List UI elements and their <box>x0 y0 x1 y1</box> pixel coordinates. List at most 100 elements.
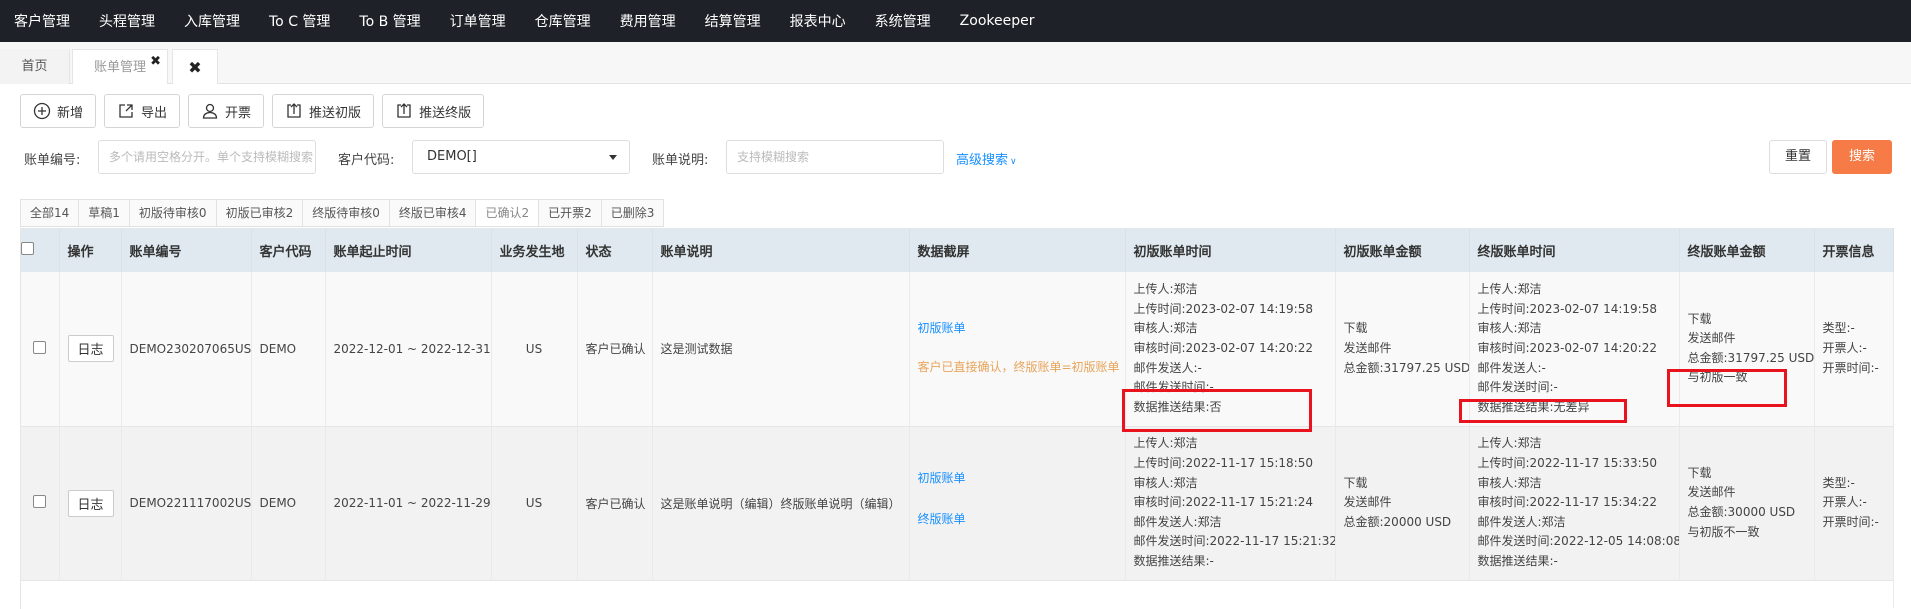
header-select-all[interactable] <box>21 228 60 272</box>
invoice-time: 开票时间:- <box>1822 514 1879 529</box>
uploader: 上传人:郑洁 <box>1133 282 1198 297</box>
upload-time: 上传时间:2022-11-17 15:18:50 <box>1133 456 1314 471</box>
reset-button[interactable]: 重置 <box>1769 140 1827 174</box>
select-all-checkbox[interactable] <box>21 241 34 255</box>
nav-item-zookeeper[interactable]: Zookeeper <box>960 13 1035 29</box>
bill-no-input[interactable]: 多个请用空格分开。单个支持模糊搜索 <box>98 140 316 174</box>
status-tab-confirmed[interactable]: 已确认2 <box>475 199 539 227</box>
nav-item-tob[interactable]: To B 管理 <box>359 11 420 31</box>
total-amount: 总金额:20000 USD <box>1343 514 1452 529</box>
screenshot-cell: 初版账单 客户已直接确认，终版账单=初版账单 <box>909 272 1126 427</box>
column-header: 初版账单金额 <box>1335 228 1470 272</box>
customer-code-select[interactable]: DEMO[] <box>412 140 630 174</box>
compare-result: 与初版不一致 <box>1687 524 1760 539</box>
tab-home[interactable]: 首页 <box>0 49 70 84</box>
uploader: 上传人:郑洁 <box>1133 436 1198 451</box>
status-tab-draft[interactable]: 草稿1 <box>78 199 129 227</box>
push-final-version-button[interactable]: 推送终版 <box>382 94 485 128</box>
export-icon <box>117 102 135 120</box>
table-header-row: 操作 账单编号 客户代码 账单起止时间 业务发生地 状态 账单说明 数据截屏 初… <box>21 228 1894 272</box>
close-icon[interactable]: ✖ <box>150 44 161 79</box>
status-cell: 客户已确认 <box>577 426 653 581</box>
mail-sender: 邮件发送人:- <box>1477 360 1546 375</box>
column-header: 账单编号 <box>121 228 252 272</box>
status-tab-first-approved[interactable]: 初版已审核2 <box>215 199 303 227</box>
download-link[interactable]: 下载 <box>1688 310 1814 330</box>
period-cell: 2022-11-01 ~ 2022-11-29 <box>325 426 492 581</box>
push-first-version-button[interactable]: 推送初版 <box>272 94 375 128</box>
mail-sender: 邮件发送人:郑洁 <box>1477 514 1566 529</box>
status-tab-all[interactable]: 全部14 <box>20 199 79 227</box>
first-bill-link[interactable]: 初版账单 <box>918 319 1125 336</box>
status-tab-invoiced[interactable]: 已开票2 <box>538 199 601 227</box>
invoice-by: 开票人:- <box>1822 340 1867 355</box>
nav-item-warehouse[interactable]: 仓库管理 <box>535 11 591 31</box>
bill-desc-input[interactable]: 支持模糊搜索 <box>726 140 944 174</box>
status-tab-final-approved[interactable]: 终版已审核4 <box>388 199 476 227</box>
invoice-button[interactable]: 开票 <box>188 94 265 128</box>
nav-item-settlement[interactable]: 结算管理 <box>705 11 761 31</box>
nav-item-system[interactable]: 系统管理 <box>875 11 931 31</box>
user-icon <box>201 102 219 120</box>
status-tab-deleted[interactable]: 已删除3 <box>600 199 665 227</box>
action-cell: 日志 <box>59 272 122 427</box>
bill-no-cell: DEMO230207065US <box>121 272 252 427</box>
nav-item-inbound[interactable]: 入库管理 <box>184 11 240 31</box>
status-tab-final-pending[interactable]: 终版待审核0 <box>302 199 389 227</box>
invoice-type: 类型:- <box>1822 321 1855 336</box>
download-link[interactable]: 下载 <box>1344 319 1469 339</box>
row-select-cell <box>21 272 60 427</box>
reviewer: 审核人:郑洁 <box>1133 321 1198 336</box>
advanced-search-link[interactable]: 高级搜索 ∨ <box>956 149 1017 168</box>
location-cell: US <box>491 426 578 581</box>
search-button[interactable]: 搜索 <box>1832 140 1892 174</box>
mail-time: 邮件发送时间:- <box>1477 380 1558 395</box>
send-mail-link[interactable]: 发送邮件 <box>1688 329 1814 349</box>
advanced-search-label: 高级搜索 <box>956 153 1009 168</box>
send-mail-link[interactable]: 发送邮件 <box>1688 483 1814 503</box>
nav-item-toc[interactable]: To C 管理 <box>269 11 330 31</box>
download-link[interactable]: 下载 <box>1344 474 1469 494</box>
close-all-tabs-button[interactable]: ✖ <box>172 49 218 84</box>
annotation-box <box>1122 389 1312 432</box>
push-first-version-label: 推送初版 <box>309 105 362 121</box>
final-amount-cell: 下载 发送邮件 总金额:30000 USD 与初版不一致 <box>1679 426 1815 581</box>
row-checkbox[interactable] <box>33 340 47 354</box>
filter-bar: 账单编号: 多个请用空格分开。单个支持模糊搜索 客户代码: DEMO[] 账单说… <box>0 140 1911 176</box>
add-button[interactable]: 新增 <box>20 94 97 128</box>
column-header: 操作 <box>59 228 122 272</box>
screenshot-cell: 初版账单 终版账单 <box>909 426 1126 581</box>
column-header: 数据截屏 <box>909 228 1126 272</box>
nav-item-fees[interactable]: 费用管理 <box>620 11 676 31</box>
row-select-cell <box>21 426 60 581</box>
column-header: 客户代码 <box>251 228 326 272</box>
bill-desc-label: 账单说明: <box>652 153 709 168</box>
mail-sender: 邮件发送人:郑洁 <box>1133 514 1222 529</box>
customer-cell: DEMO <box>251 426 326 581</box>
annotation-box <box>1459 399 1627 423</box>
final-bill-link[interactable]: 终版账单 <box>918 510 1125 527</box>
first-bill-link[interactable]: 初版账单 <box>918 469 1125 486</box>
invoice-cell: 类型:- 开票人:- 开票时间:- <box>1814 426 1894 581</box>
table-row: 日志 DEMO221117002US DEMO 2022-11-01 ~ 202… <box>21 426 1894 581</box>
tab-bill-management[interactable]: 账单管理 ✖ <box>72 49 168 84</box>
send-mail-link[interactable]: 发送邮件 <box>1344 493 1469 513</box>
nav-item-customer[interactable]: 客户管理 <box>14 11 70 31</box>
status-tab-first-pending[interactable]: 初版待审核0 <box>128 199 216 227</box>
download-link[interactable]: 下载 <box>1688 464 1814 484</box>
row-checkbox[interactable] <box>33 495 47 508</box>
send-mail-link[interactable]: 发送邮件 <box>1344 339 1469 359</box>
review-time: 审核时间:2023-02-07 14:20:22 <box>1133 340 1314 355</box>
column-header: 状态 <box>577 228 653 272</box>
first-time-cell: 上传人:郑洁 上传时间:2022-11-17 15:18:50 审核人:郑洁 审… <box>1125 426 1336 581</box>
column-header: 账单起止时间 <box>325 228 492 272</box>
nav-item-orders[interactable]: 订单管理 <box>450 11 506 31</box>
log-button[interactable]: 日志 <box>67 489 114 517</box>
nav-item-firstleg[interactable]: 头程管理 <box>99 11 155 31</box>
export-button[interactable]: 导出 <box>104 94 181 128</box>
column-header: 终版账单金额 <box>1679 228 1815 272</box>
nav-item-reports[interactable]: 报表中心 <box>790 11 846 31</box>
column-header: 账单说明 <box>652 228 910 272</box>
log-button[interactable]: 日志 <box>67 335 114 363</box>
customer-code-label: 客户代码: <box>338 153 395 168</box>
